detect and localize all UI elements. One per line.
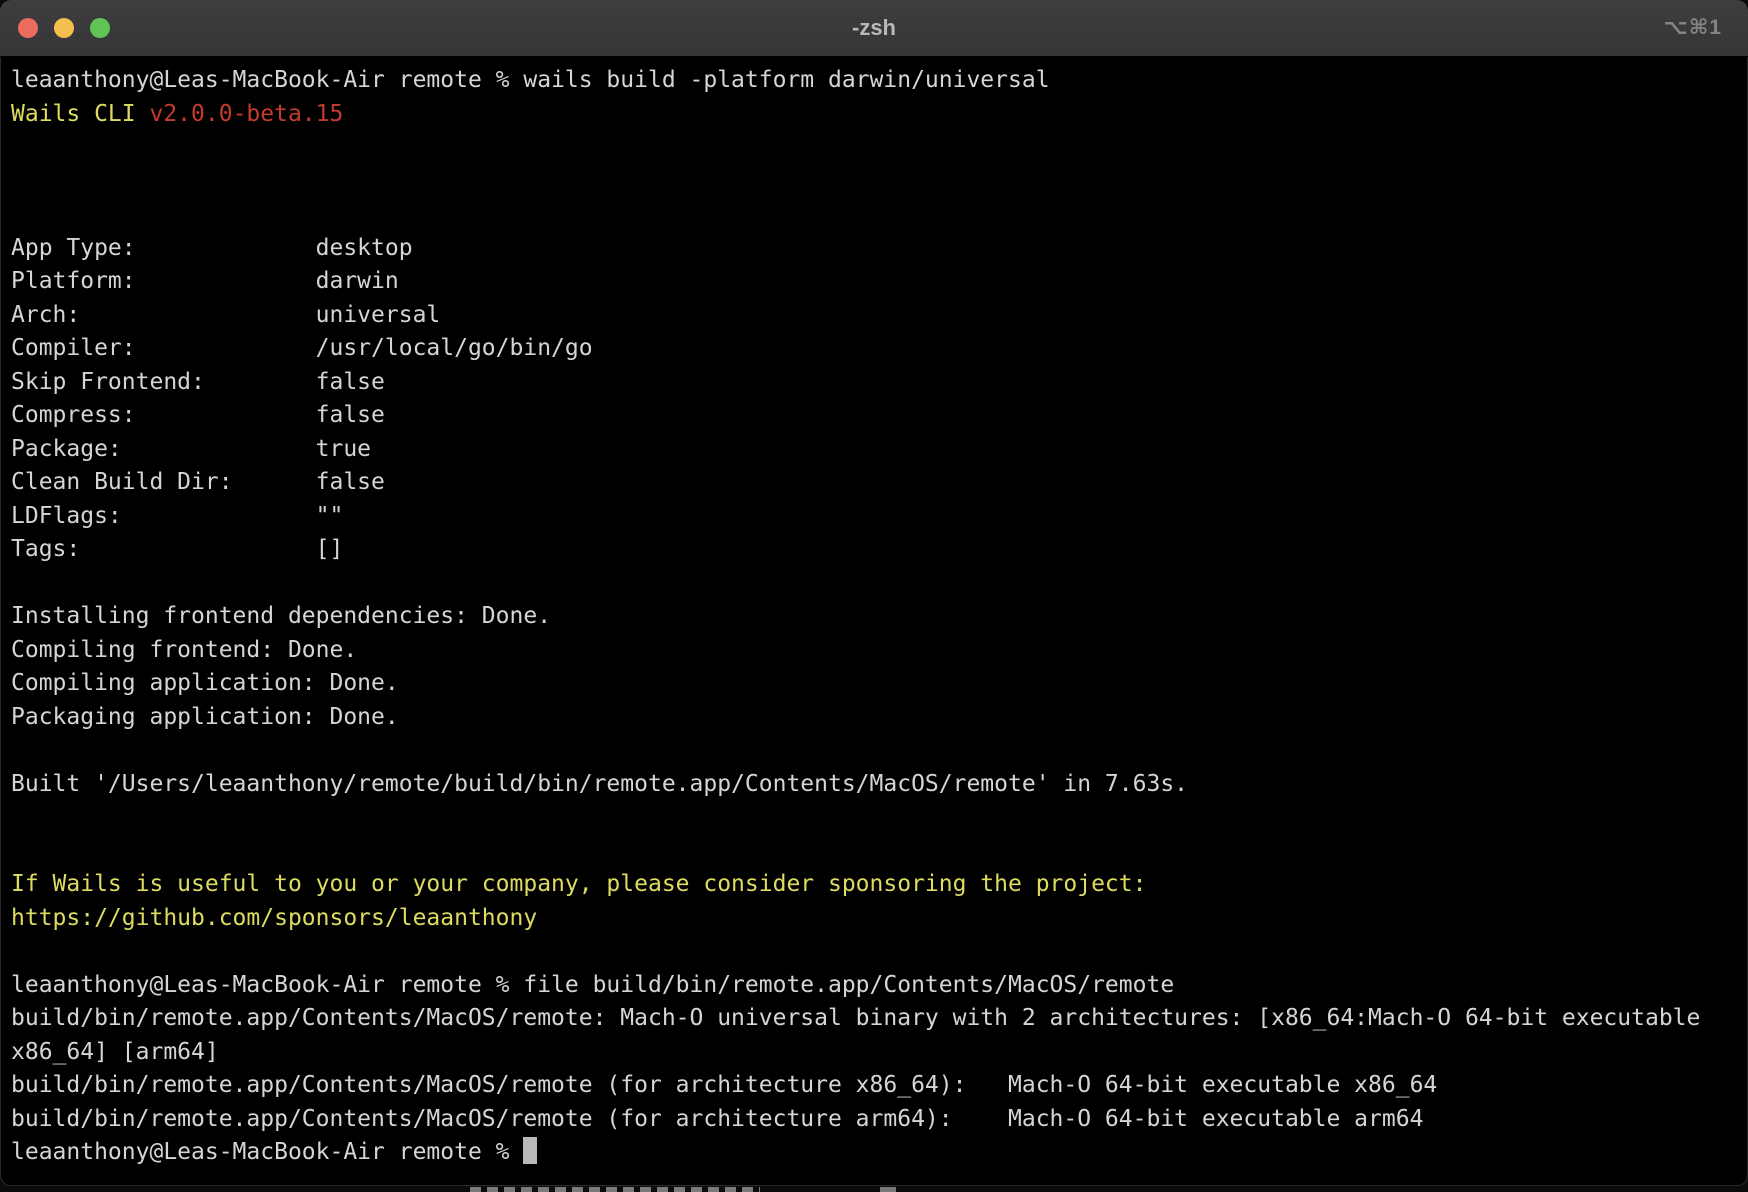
terminal-text: Clean Build Dir: false — [11, 469, 385, 495]
desktop-background: -zsh ⌥⌘1 leaanthony@Leas-MacBook-Air rem… — [0, 0, 1748, 1192]
terminal-text: v2.0.0-beta.15 — [149, 101, 343, 127]
terminal-text: leaanthony@Leas-MacBook-Air remote % wai… — [11, 67, 1050, 93]
terminal-text: https://github.com/sponsors/leaanthony — [11, 905, 537, 931]
terminal-line: Platform: darwin — [11, 265, 1742, 299]
tab-shortcut-keys: ⌥⌘1 — [1664, 0, 1722, 56]
terminal-line — [11, 734, 1742, 768]
terminal-line: build/bin/remote.app/Contents/MacOS/remo… — [11, 1002, 1742, 1036]
terminal-line: Skip Frontend: false — [11, 366, 1742, 400]
terminal-line — [11, 165, 1742, 199]
terminal-line: Arch: universal — [11, 299, 1742, 333]
terminal-line: Wails CLI v2.0.0-beta.15 — [11, 98, 1742, 132]
terminal-text: Tags: [] — [11, 536, 343, 562]
background-window-fragment — [880, 1187, 896, 1192]
terminal-line: leaanthony@Leas-MacBook-Air remote % wai… — [11, 64, 1742, 98]
terminal-text: Built '/Users/leaanthony/remote/build/bi… — [11, 771, 1188, 797]
terminal-text: build/bin/remote.app/Contents/MacOS/remo… — [11, 1072, 1437, 1098]
terminal-line: Compiler: /usr/local/go/bin/go — [11, 332, 1742, 366]
terminal-text: If Wails is useful to you or your compan… — [11, 871, 1146, 897]
terminal-line: Built '/Users/leaanthony/remote/build/bi… — [11, 768, 1742, 802]
terminal-text: Installing frontend dependencies: Done. — [11, 603, 551, 629]
terminal-line: build/bin/remote.app/Contents/MacOS/remo… — [11, 1103, 1742, 1137]
terminal-line: App Type: desktop — [11, 232, 1742, 266]
terminal-line: Compiling application: Done. — [11, 667, 1742, 701]
terminal-text: Compiler: /usr/local/go/bin/go — [11, 335, 593, 361]
terminal-text: Skip Frontend: false — [11, 369, 385, 395]
terminal-line: If Wails is useful to you or your compan… — [11, 868, 1742, 902]
terminal-text: x86_64] [arm64] — [11, 1039, 219, 1065]
terminal-line — [11, 801, 1742, 835]
terminal-line — [11, 198, 1742, 232]
terminal-text: Arch: universal — [11, 302, 440, 328]
terminal-window: -zsh ⌥⌘1 leaanthony@Leas-MacBook-Air rem… — [0, 0, 1748, 1186]
terminal-line: https://github.com/sponsors/leaanthony — [11, 902, 1742, 936]
terminal-line: leaanthony@Leas-MacBook-Air remote % — [11, 1136, 1742, 1170]
terminal-line — [11, 935, 1742, 969]
window-titlebar[interactable]: -zsh ⌥⌘1 — [0, 0, 1748, 57]
terminal-text: Platform: darwin — [11, 268, 399, 294]
terminal-line: Clean Build Dir: false — [11, 466, 1742, 500]
terminal-line: Packaging application: Done. — [11, 701, 1742, 735]
terminal-line: x86_64] [arm64] — [11, 1036, 1742, 1070]
terminal-text: Wails CLI — [11, 101, 149, 127]
terminal-text: App Type: desktop — [11, 235, 413, 261]
terminal-text: Packaging application: Done. — [11, 704, 399, 730]
terminal-text: build/bin/remote.app/Contents/MacOS/remo… — [11, 1106, 1423, 1132]
terminal-line — [11, 131, 1742, 165]
background-window-fragment — [470, 1187, 760, 1192]
terminal-text: build/bin/remote.app/Contents/MacOS/remo… — [11, 1005, 1700, 1031]
terminal-text: leaanthony@Leas-MacBook-Air remote % fil… — [11, 972, 1174, 998]
terminal-text: Compiling application: Done. — [11, 670, 399, 696]
terminal-text: LDFlags: "" — [11, 503, 343, 529]
terminal-line — [11, 567, 1742, 601]
terminal-text: Compress: false — [11, 402, 385, 428]
terminal-line: leaanthony@Leas-MacBook-Air remote % fil… — [11, 969, 1742, 1003]
terminal-text: Compiling frontend: Done. — [11, 637, 357, 663]
terminal-line: build/bin/remote.app/Contents/MacOS/remo… — [11, 1069, 1742, 1103]
text-cursor — [523, 1137, 537, 1164]
terminal-output[interactable]: leaanthony@Leas-MacBook-Air remote % wai… — [0, 57, 1748, 1186]
window-title: -zsh — [0, 0, 1748, 56]
terminal-line: LDFlags: "" — [11, 500, 1742, 534]
terminal-line: Compiling frontend: Done. — [11, 634, 1742, 668]
terminal-line: Installing frontend dependencies: Done. — [11, 600, 1742, 634]
terminal-line: Compress: false — [11, 399, 1742, 433]
terminal-text: Package: true — [11, 436, 371, 462]
terminal-line: Tags: [] — [11, 533, 1742, 567]
terminal-text: leaanthony@Leas-MacBook-Air remote % — [11, 1139, 523, 1165]
terminal-line: Package: true — [11, 433, 1742, 467]
terminal-line — [11, 835, 1742, 869]
